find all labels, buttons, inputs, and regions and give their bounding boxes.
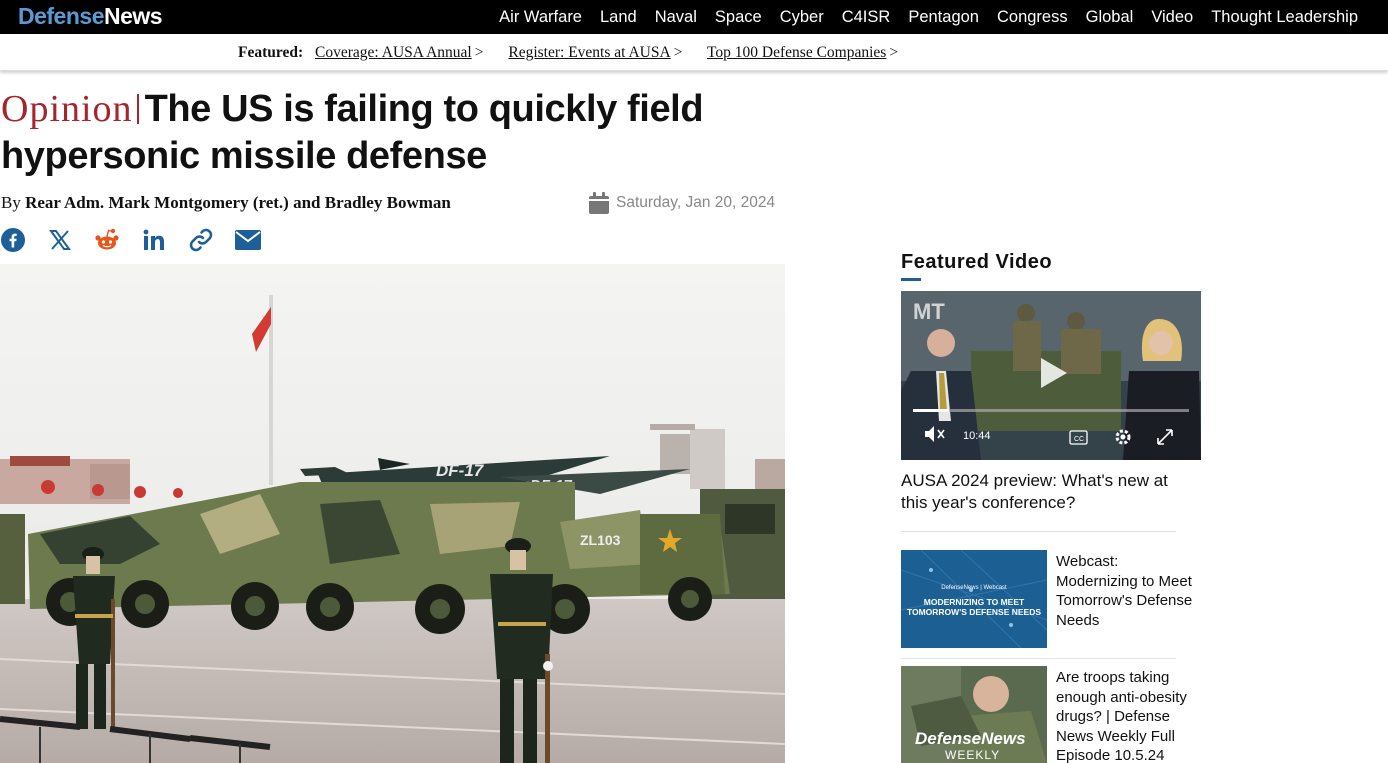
date-text: Saturday, Jan 20, 2024 xyxy=(616,194,776,211)
nav-item-cyber[interactable]: Cyber xyxy=(780,8,824,27)
logo-part-defense: Defense xyxy=(18,3,104,29)
webcast-title[interactable]: Webcast: Modernizing to Meet Tomorrow's … xyxy=(1056,552,1204,630)
nav-item-congress[interactable]: Congress xyxy=(997,8,1068,27)
video-badge: MT xyxy=(913,299,945,324)
nav-item-land[interactable]: Land xyxy=(600,8,637,27)
featured-label: Featured: xyxy=(238,44,304,61)
featured-video-player[interactable]: MT 10:44 CC xyxy=(901,291,1201,460)
share-bar xyxy=(0,227,282,253)
thumb-line1: MODERNIZING TO MEET xyxy=(924,597,1025,607)
article-headline: Opinion The US is failing to quickly fiel… xyxy=(1,86,791,180)
chevron-right-icon: > xyxy=(889,44,899,61)
main-nav: Air Warfare Land Naval Space Cyber C4ISR… xyxy=(481,0,1358,34)
byline-authors[interactable]: Rear Adm. Mark Montgomery (ret.) and Bra… xyxy=(25,193,451,212)
weekly-thumbnail[interactable]: DefenseNews WEEKLY xyxy=(901,666,1047,763)
webcast-thumbnail[interactable]: DefenseNews | Webcast MODERNIZING TO MEE… xyxy=(901,550,1047,648)
nav-item-c4isr[interactable]: C4ISR xyxy=(842,8,891,27)
thumb-line2: TOMORROW'S DEFENSE NEEDS xyxy=(907,607,1041,617)
byline-prefix: By xyxy=(1,193,21,212)
sidebar: Featured Video MT 10:44 CC AUSA 2024 pre… xyxy=(901,250,1201,763)
featured-links-bar: Featured: Coverage: AUSA Annual > Registe… xyxy=(0,34,1388,71)
x-icon[interactable] xyxy=(47,227,73,253)
featured-link-top-100[interactable]: Top 100 Defense Companies xyxy=(707,44,886,61)
nav-item-air-warfare[interactable]: Air Warfare xyxy=(499,8,582,27)
nav-item-pentagon[interactable]: Pentagon xyxy=(908,8,979,27)
nav-item-thought-leadership[interactable]: Thought Leadership xyxy=(1211,8,1358,27)
facebook-icon[interactable] xyxy=(0,227,26,253)
article-hero-image[interactable]: DF-17 DF-17 ZL103 xyxy=(0,264,785,763)
featured-link-ausa-coverage[interactable]: Coverage: AUSA Annual xyxy=(315,44,472,61)
heading-underline xyxy=(901,278,921,281)
opinion-kicker[interactable]: Opinion xyxy=(1,88,133,130)
site-logo[interactable]: DefenseNews xyxy=(18,2,163,30)
nav-item-global[interactable]: Global xyxy=(1086,8,1134,27)
video-time: 10:44 xyxy=(963,430,991,442)
sidebar-divider xyxy=(901,658,1176,659)
logo-part-news: News xyxy=(103,3,163,29)
reddit-icon[interactable] xyxy=(94,227,120,253)
featured-video-heading: Featured Video xyxy=(901,251,1053,273)
link-icon[interactable] xyxy=(188,227,214,253)
sidebar-item-webcast[interactable]: DefenseNews | Webcast MODERNIZING TO MEE… xyxy=(901,550,1201,650)
nav-item-naval[interactable]: Naval xyxy=(655,8,697,27)
thumb-brand: DefenseNews xyxy=(915,729,1026,748)
top-navigation-bar: DefenseNews Air Warfare Land Naval Space… xyxy=(0,0,1388,34)
byline: By Rear Adm. Mark Montgomery (ret.) and … xyxy=(1,193,451,213)
chevron-right-icon: > xyxy=(474,44,484,61)
calendar-icon xyxy=(589,192,609,214)
email-icon[interactable] xyxy=(235,227,261,253)
sidebar-item-weekly[interactable]: DefenseNews WEEKLY Are troops taking eno… xyxy=(901,666,1201,763)
nav-item-video[interactable]: Video xyxy=(1151,8,1193,27)
featured-video-title[interactable]: AUSA 2024 preview: What's new at this ye… xyxy=(901,470,1191,514)
linkedin-icon[interactable] xyxy=(141,227,167,253)
thumb-sub: WEEKLY xyxy=(945,748,1000,762)
missile-label: DF-17 xyxy=(436,461,485,480)
featured-link-register-events[interactable]: Register: Events at AUSA xyxy=(508,44,670,61)
vehicle-plate: ZL103 xyxy=(580,532,621,548)
chevron-right-icon: > xyxy=(673,44,683,61)
thumb-brand: DefenseNews | Webcast xyxy=(941,585,1007,591)
nav-item-space[interactable]: Space xyxy=(715,8,762,27)
sidebar-divider xyxy=(901,531,1176,532)
publish-date: Saturday, Jan 20, 2024 xyxy=(589,191,775,215)
closed-captions-label: CC xyxy=(1074,436,1084,443)
kicker-divider xyxy=(136,94,139,124)
weekly-title[interactable]: Are troops taking enough anti-obesity dr… xyxy=(1056,668,1204,763)
